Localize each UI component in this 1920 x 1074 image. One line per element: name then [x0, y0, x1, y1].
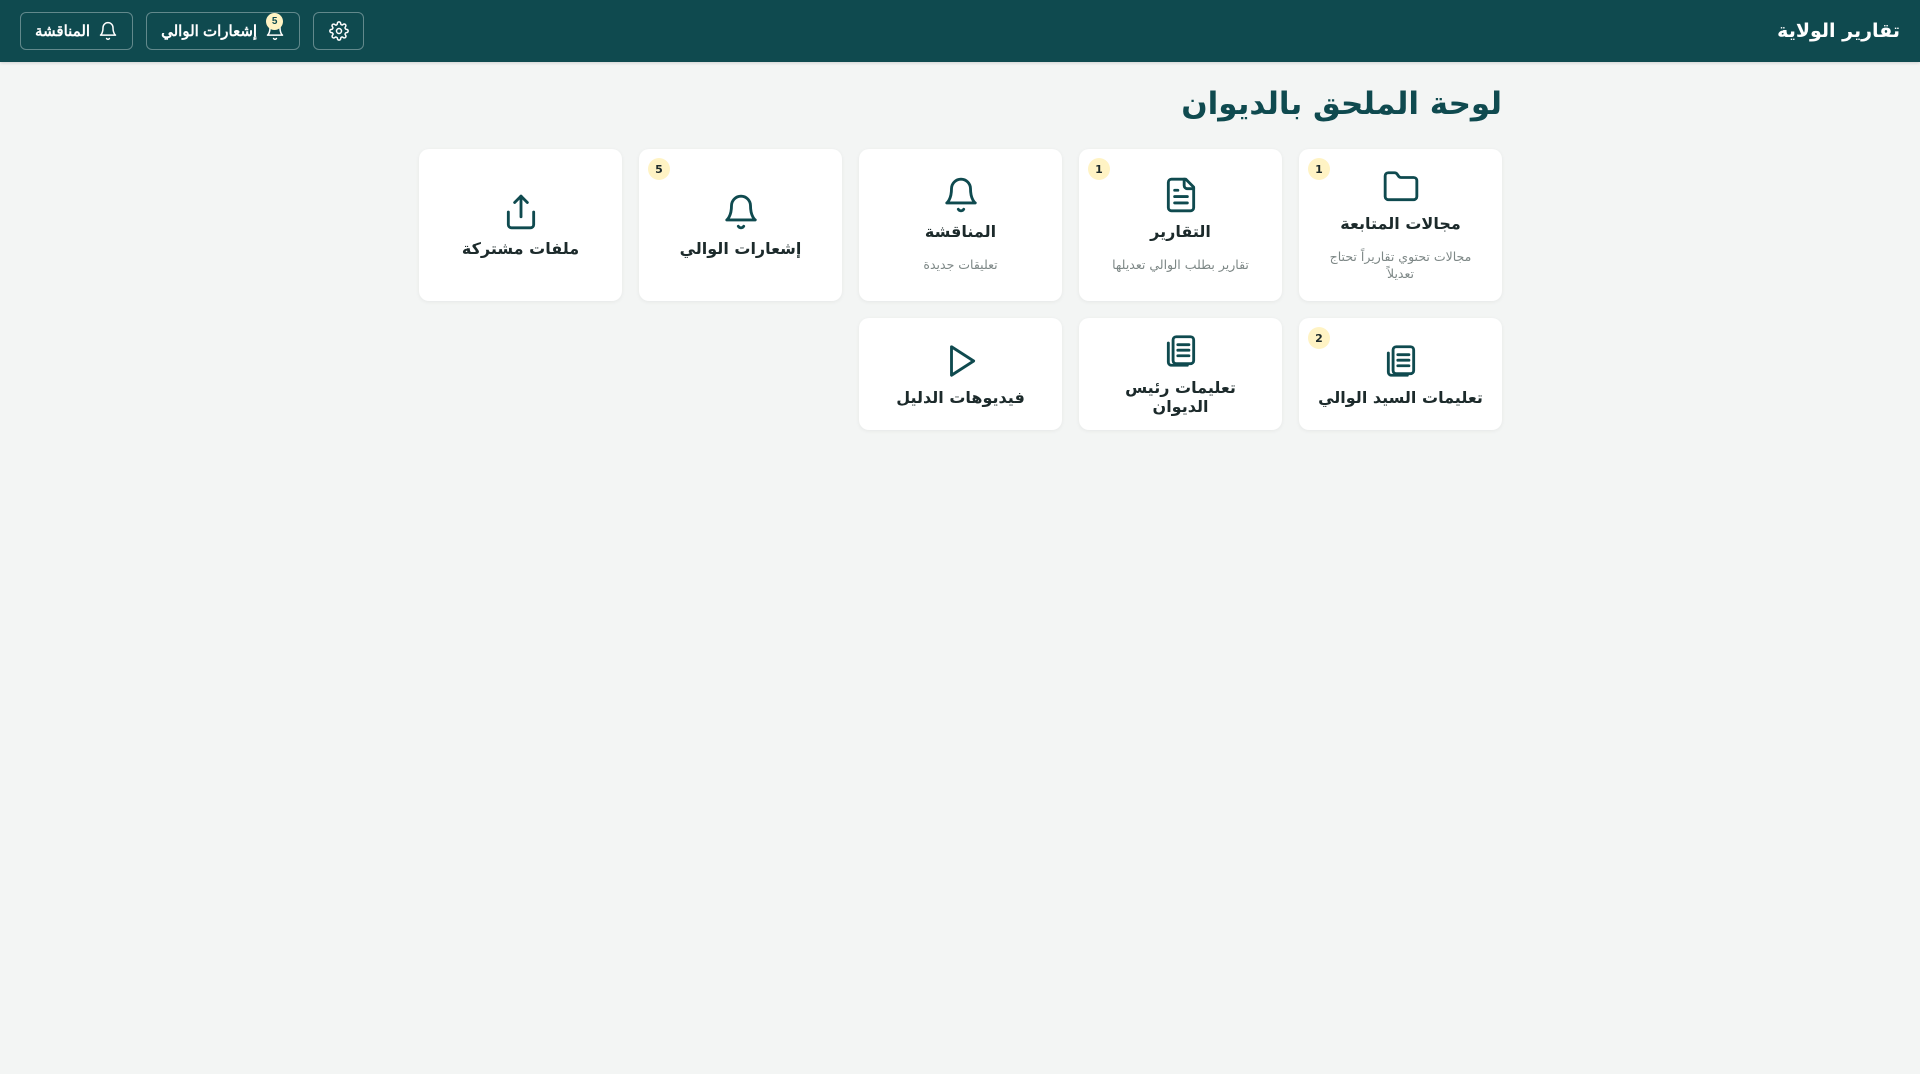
document-icon [1166, 177, 1195, 213]
card-title: المناقشة [924, 222, 997, 242]
bell-icon [724, 194, 757, 229]
folder-icon [1383, 170, 1418, 201]
card-reports[interactable]: 1 التقارير تقارير بطلب الوالي تعديلها [1079, 149, 1282, 301]
card-governor-instructions[interactable]: 2 تعليمات السيد الوالي [1299, 318, 1502, 430]
card-title: التقارير [1150, 222, 1211, 242]
card-title: تعليمات السيد الوالي [1318, 387, 1483, 407]
card-title: مجالات المتابعة [1340, 213, 1461, 233]
documents-icon [1386, 344, 1415, 377]
card-title: ملفات مشتركة [461, 238, 580, 258]
bell-icon: 5 [265, 13, 285, 41]
governor-notifications-label: إشعارات الوالي [161, 23, 258, 40]
page-title: لوحة الملحق بالديوان [1181, 86, 1502, 122]
count-badge: 1 [1308, 158, 1330, 180]
app-title: تقارير الولاية [1777, 20, 1900, 42]
governor-notifications-button[interactable]: 5 إشعارات الوالي [146, 12, 301, 50]
card-title: فيديوهات الدليل [896, 387, 1025, 407]
card-subtitle: مجالات تحتوي تقاريراً تحتاج تعديلاً [1329, 248, 1472, 281]
play-icon [949, 344, 975, 377]
card-guide-videos[interactable]: فيديوهات الدليل [859, 318, 1062, 430]
card-follow-up-areas[interactable]: 1 مجالات المتابعة مجالات تحتوي تقاريراً … [1299, 149, 1502, 301]
card-shared-files[interactable]: ملفات مشتركة [419, 149, 622, 301]
notification-badge: 5 [266, 13, 284, 30]
count-badge: 2 [1308, 327, 1330, 349]
share-upload-icon [506, 194, 535, 229]
gear-icon [328, 21, 349, 41]
dashboard-grid: 1 مجالات المتابعة مجالات تحتوي تقاريراً … [417, 149, 1502, 430]
card-title: تعليمات رئيس الديوان [1125, 378, 1236, 416]
card-subtitle: تقارير بطلب الوالي تعديلها [1112, 257, 1249, 273]
top-bar: تقارير الولاية المناقشة 5 إشعارات الوالي [0, 0, 1920, 62]
topbar-actions: المناقشة 5 إشعارات الوالي [20, 12, 365, 50]
settings-button[interactable] [313, 12, 365, 50]
card-subtitle: تعليقات جديدة [923, 257, 998, 273]
bell-icon [98, 21, 118, 41]
card-governor-notifications[interactable]: 5 إشعارات الوالي [639, 149, 842, 301]
documents-icon [1166, 335, 1195, 367]
count-badge: 1 [1088, 158, 1110, 180]
discussion-button-label: المناقشة [35, 23, 91, 40]
card-title: إشعارات الوالي [679, 238, 802, 258]
bell-icon [944, 177, 977, 213]
count-badge: 5 [648, 158, 670, 180]
discussion-button[interactable]: المناقشة [20, 12, 134, 50]
card-discussion[interactable]: المناقشة تعليقات جديدة [859, 149, 1062, 301]
card-office-head-instructions[interactable]: تعليمات رئيس الديوان [1079, 318, 1282, 430]
